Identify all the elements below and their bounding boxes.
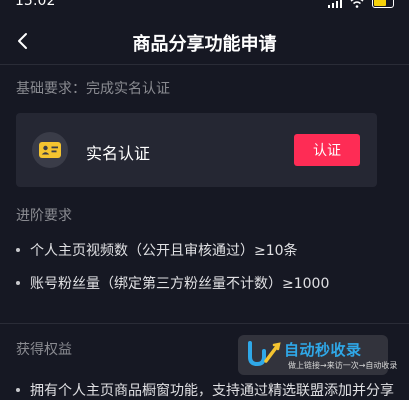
watermark-logo (248, 341, 281, 367)
requirement-text: 个人主页视频数（公开且审核通过）≥10条 (30, 243, 298, 259)
rights-label: 获得权益 (16, 342, 72, 358)
verify-button[interactable]: 认证 (294, 134, 360, 166)
bullet (16, 248, 20, 252)
verification-title: 实名认证 (86, 144, 151, 163)
bullet (16, 281, 20, 285)
status-time: 15:02 (15, 0, 56, 9)
basic-requirement-label: 基础要求：完成实名认证 (16, 81, 170, 97)
battery-icon (372, 0, 394, 8)
verification-card: 实名认证 认证 (16, 113, 377, 187)
nav-divider (0, 64, 409, 65)
watermark-badge: 自动秒收录 做上链接→来访一次→自动收录 (238, 335, 397, 375)
requirement-text: 账号粉丝量（绑定第三方粉丝量不计数）≥1000 (30, 276, 330, 292)
advanced-requirement-item: 个人主页视频数（公开且审核通过）≥10条 (16, 240, 298, 260)
status-icons (328, 0, 394, 8)
rights-item: 拥有个人主页商品橱窗功能，支持通过精选联盟添加并分享 (16, 380, 394, 400)
id-card-icon (32, 132, 68, 168)
status-bar: 15:02 (0, 0, 409, 14)
nav-bar: 商品分享功能申请 (0, 20, 409, 64)
bullet (16, 388, 20, 392)
wifi-icon (350, 0, 364, 8)
advanced-requirement-item: 账号粉丝量（绑定第三方粉丝量不计数）≥1000 (16, 273, 329, 293)
section-divider (0, 323, 409, 324)
signal-icon (328, 0, 342, 8)
rights-text: 拥有个人主页商品橱窗功能，支持通过精选联盟添加并分享 (30, 383, 394, 399)
page-title: 商品分享功能申请 (132, 34, 277, 55)
watermark-tagline: 做上链接→来访一次→自动收录 (288, 361, 398, 370)
watermark-title: 自动秒收录 (284, 341, 362, 359)
advanced-requirement-label: 进阶要求 (16, 208, 72, 224)
